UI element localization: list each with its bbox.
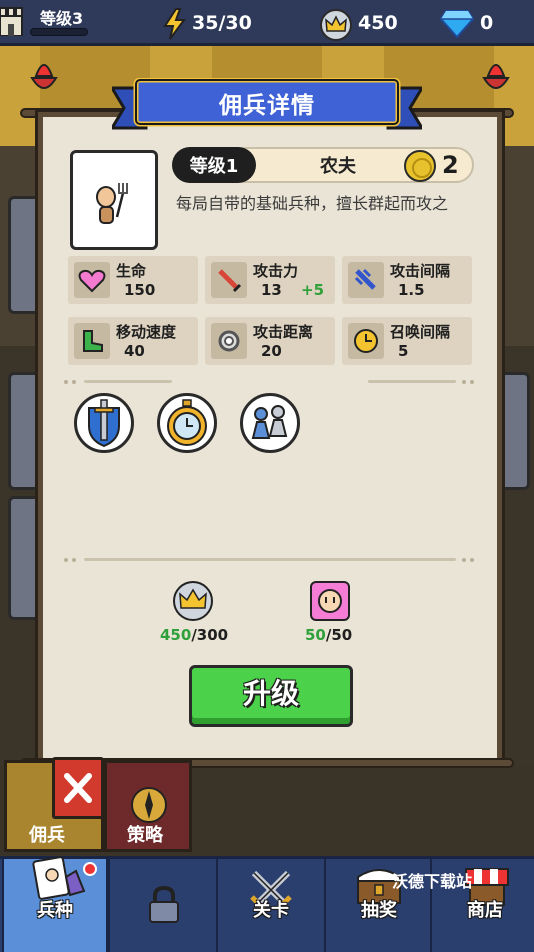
resource-have: 450 [160, 626, 192, 644]
background-unit-card [8, 196, 42, 314]
stat-attack-interval: 攻击间隔 1.5 [342, 256, 472, 304]
stat-label: 移动速度 [116, 323, 177, 341]
heart-icon [74, 262, 110, 298]
upgrade-button[interactable]: 升级 [189, 665, 353, 727]
divider-dot [72, 558, 76, 562]
stat-bonus: +5 [301, 281, 325, 299]
divider-dot [72, 380, 76, 384]
skill-stopwatch[interactable] [157, 393, 217, 453]
clock-icon [348, 323, 384, 359]
divider-dot [64, 558, 68, 562]
unit-portrait [70, 150, 158, 250]
crown-icon [173, 581, 213, 621]
shield-sword-icon [88, 399, 120, 448]
stopwatch-icon [167, 399, 207, 446]
lightning-icon [163, 8, 186, 40]
stat-health: 生命 150 [68, 256, 198, 304]
skill-shield-sword[interactable] [74, 393, 134, 453]
divider-dot [470, 558, 474, 562]
stat-move-speed: 移动速度 40 [68, 317, 198, 365]
resource-need: /50 [325, 626, 353, 644]
stat-label: 攻击距离 [253, 323, 314, 341]
divider-dot [64, 380, 68, 384]
stat-attack-range: 攻击距离 20 [205, 317, 335, 365]
stat-value: 1.5 [398, 281, 425, 299]
background-unit-card [8, 372, 42, 490]
energy-count: 35/30 [192, 12, 252, 34]
nav-units[interactable]: 兵种 [2, 856, 108, 952]
boot-icon [74, 323, 110, 359]
divider-dot [462, 558, 466, 562]
divider-dot [470, 380, 474, 384]
close-button[interactable] [52, 757, 104, 819]
crown-requirement: 450/300 [160, 626, 228, 644]
tab-strategy[interactable]: 策略 [104, 760, 192, 852]
skill-pawn-group[interactable] [240, 393, 300, 453]
stat-label: 生命 [116, 262, 147, 280]
nav-label: 商店 [467, 900, 503, 921]
nav-label: 兵种 [37, 900, 73, 921]
lock-icon [149, 885, 179, 923]
divider-dot [462, 380, 466, 384]
stat-label: 攻击间隔 [390, 262, 451, 280]
peasant-token-icon [310, 581, 350, 621]
resource-need: /300 [191, 626, 229, 644]
stat-label: 召唤间隔 [390, 323, 451, 341]
stat-label: 攻击力 [253, 262, 299, 280]
stat-value: 5 [398, 342, 409, 360]
stat-value: 20 [261, 342, 282, 360]
range-icon [211, 323, 247, 359]
top-status-bar: 等级3 35/30 450 0 [0, 0, 534, 46]
section-divider [84, 558, 456, 561]
resource-have: 50 [305, 626, 326, 644]
gold-coin-icon [404, 150, 436, 182]
unit-description: 每局自带的基础兵种，擅长群起而攻之 [176, 194, 449, 213]
farmer-icon [96, 183, 128, 224]
tab-label: 佣兵 [29, 825, 65, 846]
stat-value: 13 [261, 281, 282, 299]
castle-icon [0, 7, 23, 36]
compass-icon [131, 787, 167, 823]
unit-name: 农夫 [320, 156, 356, 177]
unit-cost: 2 [442, 151, 459, 179]
token-requirement: 50/50 [305, 626, 352, 644]
gem-count: 0 [480, 12, 494, 34]
background-unit-card [8, 496, 42, 620]
crown-currency-icon [320, 9, 352, 41]
stat-value: 150 [124, 281, 156, 299]
nav-label: 关卡 [253, 900, 289, 921]
blue-sword-icon [348, 262, 384, 298]
stat-summon-interval: 召唤间隔 5 [342, 317, 472, 365]
close-icon [64, 773, 92, 803]
tab-label: 策略 [127, 825, 163, 846]
pawn-group-icon [251, 405, 288, 439]
nav-locked[interactable] [110, 859, 216, 952]
diamond-icon [440, 10, 474, 38]
crown-count: 450 [358, 12, 398, 34]
dialog-title: 佣兵详情 [219, 93, 315, 119]
level-progress-bar [30, 28, 88, 36]
watermark-text: 沃德下载站 [392, 872, 473, 891]
unit-level-badge: 等级1 [172, 147, 256, 183]
sword-icon [211, 262, 247, 298]
section-divider [368, 380, 456, 383]
nav-label: 抽奖 [361, 900, 397, 921]
player-level-label: 等级3 [40, 9, 84, 28]
stat-attack: 攻击力 13 +5 [205, 256, 335, 304]
section-divider [84, 380, 172, 383]
stat-value: 40 [124, 342, 145, 360]
nav-stages[interactable]: 关卡 [218, 859, 324, 952]
